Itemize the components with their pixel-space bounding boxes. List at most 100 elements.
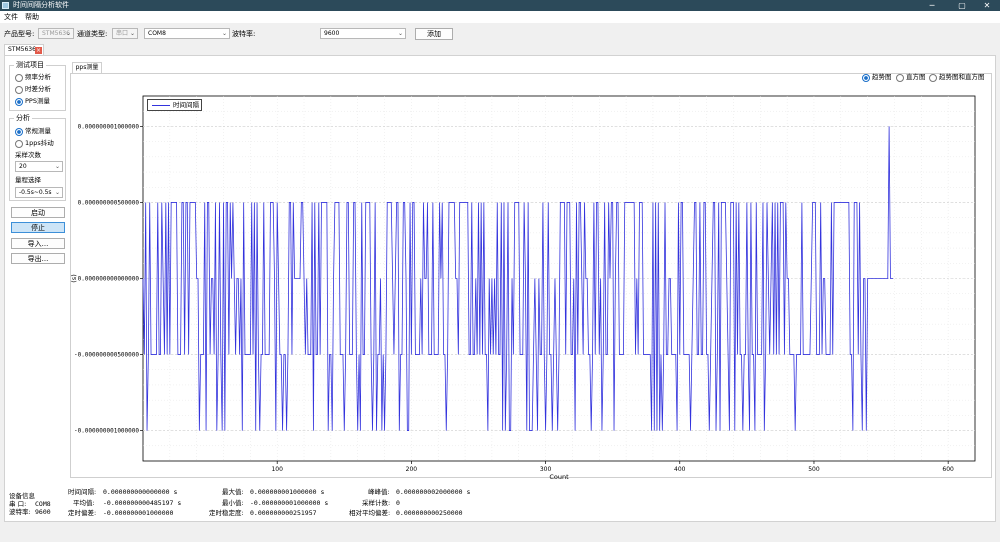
minimize-button[interactable]: ─ [920, 0, 944, 11]
radio-jitter-label: 1pps抖动 [25, 139, 54, 147]
radio-both-label: 趋势图和直方图 [939, 73, 985, 81]
trend-chart: 0.000000001000000 0.000000000500000 0.0000… [70, 95, 976, 481]
radio-time-diff[interactable]: 时差分析 [15, 85, 51, 94]
radio-trend-chart[interactable]: 趋势图 [862, 73, 892, 82]
min-value: -0.000000001000000 s [250, 499, 329, 507]
x-tick-label: 300 [540, 466, 552, 473]
legend-label: 时间间隔 [173, 101, 199, 109]
radio-pps-label: PPS测量 [25, 97, 50, 105]
x-tick-label: 600 [942, 466, 954, 473]
sample-count-label: 采样次数 [15, 151, 41, 159]
close-button[interactable]: ✕ [975, 0, 999, 11]
port-select[interactable]: COM8 ⌄ [144, 28, 230, 39]
import-button[interactable]: 导入... [11, 238, 65, 249]
add-button[interactable]: 添加 [415, 28, 453, 40]
y-axis-label: (s) [70, 274, 78, 282]
chevron-down-icon: ⌄ [129, 30, 135, 37]
product-label: 产品型号: [4, 30, 35, 38]
chevron-down-icon: ⌄ [65, 30, 71, 37]
timing-deviation-value: -0.000000001000000 [103, 509, 174, 517]
x-tick-label: 400 [674, 466, 686, 473]
radio-histogram[interactable]: 直方图 [896, 73, 926, 82]
average-label: 平均值: [73, 499, 95, 507]
radio-frequency[interactable]: 频率分析 [15, 73, 51, 82]
min-label: 最小值: [222, 499, 244, 507]
maximize-button[interactable]: ▢ [950, 0, 974, 11]
x-tick-label: 500 [808, 466, 820, 473]
channel-value: 串口 [116, 30, 129, 37]
peak-peak-value: 0.000000002000000 s [396, 488, 471, 496]
radio-normal-label: 常规测量 [25, 127, 51, 135]
menu-bar: 文件 帮助 [0, 11, 1000, 23]
analysis-title: 分析 [14, 114, 32, 123]
x-axis-label: Count [549, 473, 569, 481]
relative-avg-deviation-value: 0.000000000250000 [396, 509, 463, 517]
tab-device-label: STM5636 [8, 46, 36, 53]
chevron-down-icon: ⌄ [221, 30, 227, 37]
test-item-title: 测试项目 [14, 61, 46, 70]
device-info-title: 设备信息 [9, 492, 35, 500]
sample-count-value: 20 [19, 163, 27, 170]
max-value: 0.000000001000000 s [250, 488, 325, 496]
chevron-down-icon: ⌄ [54, 163, 60, 170]
tab-device[interactable]: STM5636 × [4, 44, 44, 55]
menu-help[interactable]: 帮助 [25, 13, 39, 22]
radio-1pps-jitter[interactable]: 1pps抖动 [15, 139, 54, 148]
average-value: -0.000000000485197 s [103, 499, 182, 507]
toolbar: 产品型号: STM5636 ⌄ 通道类型: 串口 ⌄ COM8 ⌄ 波特率: 9… [0, 23, 1000, 43]
port-value: COM8 [148, 30, 166, 37]
baud-select[interactable]: 9600 ⌄ [320, 28, 406, 39]
y-tick-label: 0.000000001000000 [78, 123, 140, 130]
interval-label: 时间间隔: [68, 488, 97, 496]
radio-pps[interactable]: PPS测量 [15, 97, 50, 106]
y-tick-label: 0.000000000000000 [78, 276, 140, 283]
timing-deviation-label: 定时偏差: [68, 509, 97, 517]
range-label: 量程选择 [15, 176, 41, 184]
range-select[interactable]: -0.5s~0.5s ⌄ [15, 187, 63, 198]
interval-value: 0.000000000000000 s [103, 488, 178, 496]
radio-frequency-label: 频率分析 [25, 73, 51, 81]
device-baud-value: 9600 [35, 508, 51, 516]
test-item-group: 测试项目 频率分析 时差分析 PPS测量 [9, 61, 66, 111]
x-tick-label: 200 [406, 466, 418, 473]
timing-stability-value: 0.000000000251957 [250, 509, 317, 517]
title-bar: 时间间隔分析软件 ─ ▢ ✕ [0, 0, 1000, 11]
menu-file[interactable]: 文件 [4, 13, 18, 22]
radio-trend-label: 趋势图 [872, 73, 892, 81]
baud-value: 9600 [324, 30, 340, 37]
stop-button[interactable]: 停止 [11, 222, 65, 233]
max-label: 最大值: [222, 488, 244, 496]
tab-pps-measure[interactable]: pps测量 [72, 62, 102, 73]
y-tick-label: -0.000000000500000 [74, 352, 139, 359]
window-title: 时间间隔分析软件 [13, 1, 69, 9]
chart-legend: 时间间隔 [147, 99, 202, 111]
baud-label: 波特率: [232, 30, 256, 38]
radio-trend-and-histogram[interactable]: 趋势图和直方图 [929, 73, 985, 82]
radio-normal-measure[interactable]: 常规测量 [15, 127, 51, 136]
x-tick-label: 100 [271, 466, 283, 473]
timing-stability-label: 定时稳定度: [209, 509, 244, 517]
channel-label: 通道类型: [77, 30, 108, 38]
product-select[interactable]: STM5636 ⌄ [38, 28, 74, 39]
sample-counter-label: 采样计数: [362, 499, 391, 507]
start-button[interactable]: 启动 [11, 207, 65, 218]
radio-histogram-label: 直方图 [906, 73, 926, 81]
radio-time-diff-label: 时差分析 [25, 85, 51, 93]
analysis-group: 分析 常规测量 1pps抖动 采样次数 20 ⌄ 量程选择 -0.5s~0.5s… [9, 114, 66, 201]
chevron-down-icon: ⌄ [397, 30, 403, 37]
app-icon [2, 2, 9, 9]
export-button[interactable]: 导出... [11, 253, 65, 264]
y-tick-label: 0.000000000500000 [78, 199, 140, 206]
device-port-label: 串 口: [9, 500, 27, 508]
device-port-value: COM8 [35, 500, 51, 508]
sample-count-select[interactable]: 20 ⌄ [15, 161, 63, 172]
chevron-down-icon: ⌄ [54, 189, 60, 196]
y-tick-label: -0.000000001000000 [74, 428, 139, 435]
legend-swatch [152, 105, 170, 106]
range-value: -0.5s~0.5s [19, 189, 52, 196]
channel-select[interactable]: 串口 ⌄ [112, 28, 138, 39]
close-icon[interactable]: × [35, 47, 42, 54]
peak-peak-label: 峰峰值: [368, 488, 390, 496]
sample-counter-value: 0 [396, 499, 400, 507]
relative-avg-deviation-label: 相对平均偏差: [349, 509, 391, 517]
